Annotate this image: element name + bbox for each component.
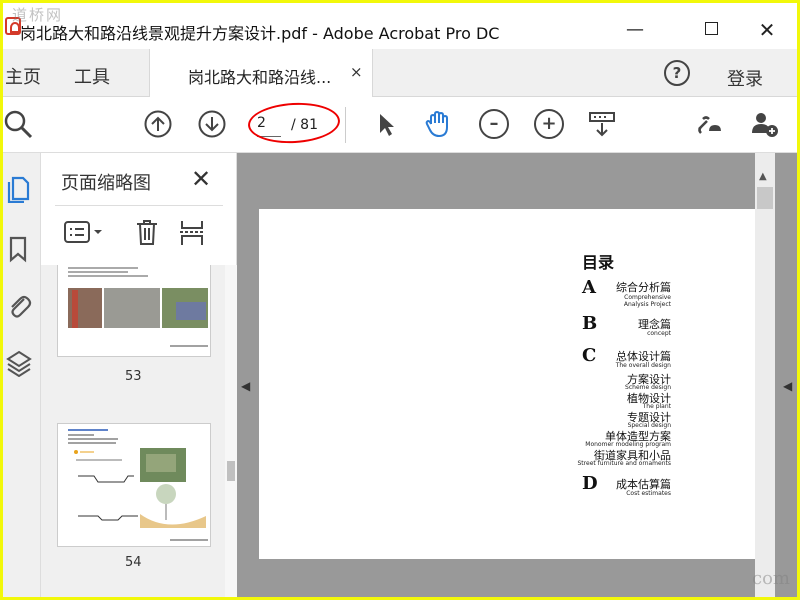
toc-letter-b: B (582, 313, 598, 334)
attachment-icon[interactable] (5, 291, 33, 319)
maximize-button[interactable] (691, 15, 731, 45)
thumbnail-scrollbar[interactable] (225, 265, 237, 597)
thumbnail-page-label: 53 (125, 369, 142, 384)
add-user-icon[interactable] (749, 109, 779, 139)
title-bar: 岗北路大和路沿线景观提升方案设计.pdf - Adobe Acrobat Pro… (3, 3, 797, 49)
hand-tool-icon[interactable] (423, 109, 453, 139)
document-scroll-handle[interactable] (757, 187, 773, 209)
previous-page-icon[interactable] (143, 109, 173, 139)
document-scrollbar[interactable]: ▲ (755, 153, 775, 597)
toc-item-subtitle: concept (647, 330, 671, 337)
panel-title: 页面缩略图 (61, 173, 151, 194)
toc-item-title: 综合分析篇 (616, 281, 671, 294)
tab-document-label: 岗北路大和路沿线... (188, 68, 332, 87)
document-view: ◀ 目录 A 综合分析篇 Comprehensive Analysis Proj… (237, 153, 797, 597)
watermark-top: 道桥网 (12, 6, 64, 24)
thumbnail-page-label: 54 (125, 555, 142, 570)
minimize-button[interactable]: — (615, 15, 655, 45)
scroll-mode-icon[interactable] (587, 109, 617, 139)
scroll-up-icon[interactable]: ▲ (759, 171, 767, 182)
toolbar: 2 / 81 – + (3, 97, 797, 153)
thumbnail-options-icon[interactable] (63, 220, 103, 249)
share-link-icon[interactable] (693, 109, 723, 139)
bookmark-icon[interactable] (5, 235, 33, 263)
next-page-icon[interactable] (197, 109, 227, 139)
tab-bar: 主页 工具 岗北路大和路沿线... × ? 登录 (3, 49, 797, 97)
thumbnail-scroll-handle[interactable] (227, 461, 235, 481)
toc-heading: 目录 (582, 253, 615, 272)
toc-letter-a: A (582, 277, 596, 298)
thumbnail-page-54[interactable] (57, 423, 211, 547)
pdf-page: 目录 A 综合分析篇 Comprehensive Analysis Projec… (259, 209, 755, 559)
close-window-button[interactable]: ✕ (747, 15, 787, 45)
zoom-out-icon[interactable]: – (479, 109, 509, 139)
toc-letter-d: D (582, 473, 598, 494)
toc-item-subtitle: Cost estimates (626, 490, 671, 497)
toc-item-subtitle: Street furniture and ornaments (577, 460, 672, 467)
maximize-icon (704, 22, 718, 35)
collapse-left-panel-icon[interactable]: ◀ (241, 379, 250, 393)
page-thumbnails-icon[interactable] (5, 175, 33, 204)
tab-document[interactable]: 岗北路大和路沿线... × (149, 49, 373, 97)
thumbnail-page-53[interactable] (57, 265, 211, 357)
toc-item-subtitle: Comprehensive Analysis Project (623, 294, 671, 308)
acrobat-window: 岗北路大和路沿线景观提升方案设计.pdf - Adobe Acrobat Pro… (3, 3, 797, 597)
tab-tools[interactable]: 工具 (74, 63, 110, 89)
login-button[interactable]: 登录 (727, 65, 763, 91)
window-title: 岗北路大和路沿线景观提升方案设计.pdf - Adobe Acrobat Pro… (20, 24, 500, 43)
expand-right-panel-icon[interactable]: ◀ (783, 379, 792, 393)
zoom-in-icon[interactable]: + (534, 109, 564, 139)
layers-icon[interactable] (5, 349, 33, 378)
watermark-bottom: com (752, 568, 790, 589)
toc-letter-c: C (582, 345, 597, 366)
toolbar-divider (345, 107, 346, 143)
close-tab-icon[interactable]: × (350, 63, 363, 81)
help-icon[interactable]: ? (664, 60, 690, 86)
thumbnail-list: 53 54 (41, 265, 225, 597)
red-highlight-ellipse (247, 100, 341, 146)
search-icon[interactable] (3, 109, 33, 139)
extract-page-icon[interactable] (179, 218, 205, 251)
close-panel-button[interactable]: ✕ (191, 165, 211, 193)
toc-item-subtitle: The overall design (615, 362, 671, 369)
select-pointer-icon[interactable] (371, 109, 401, 139)
panel-toolbar (55, 205, 223, 255)
page-thumbnails-panel: 页面缩略图 ✕ 53 54 (41, 153, 237, 597)
tab-home[interactable]: 主页 (5, 63, 41, 89)
delete-page-icon[interactable] (135, 218, 159, 251)
navigation-rail (3, 153, 41, 597)
